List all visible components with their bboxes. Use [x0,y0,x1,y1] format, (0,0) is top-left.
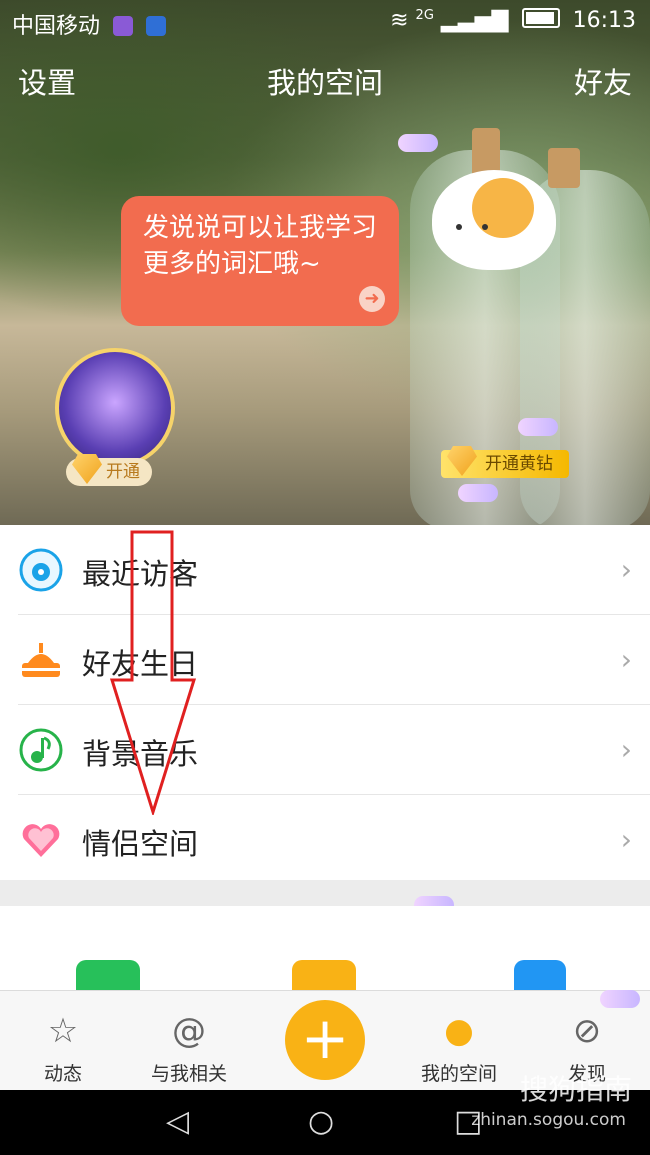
tab-label: 与我相关 [150,1063,227,1085]
annotation-arrow-icon [109,530,197,815]
settings-button[interactable]: 设置 [18,60,76,102]
clock: 16:13 [572,8,636,33]
arrow-right-icon[interactable]: ➜ [359,286,385,312]
menu-list: 最近访客 › 好友生日 › 背景音乐 › 情侣空间 › [0,525,650,884]
wifi-icon: ≋ [390,8,409,33]
watermark-brand: 搜狗指南 [519,1073,632,1106]
avatar[interactable] [55,348,175,468]
hearts-icon [22,824,60,857]
tab-my-space[interactable]: ● 我的空间 [404,1009,514,1086]
chevron-right-icon: › [620,733,632,766]
status-right: ≋ 2G ▂▃▅▇ 16:13 [390,8,636,33]
cake-icon [22,643,60,677]
battery-icon [521,8,560,28]
home-circle-icon[interactable]: ○ [308,1104,334,1139]
cloud-decoration [600,990,640,1008]
shortcut-grid [0,906,650,994]
status-left: 中国移动 [12,8,167,40]
cat-mascot-icon[interactable] [432,170,556,270]
watermark-url: zhinan.sogou.com [471,1110,626,1130]
person-icon: ● [444,1011,474,1051]
chevron-right-icon: › [620,823,632,856]
open-yellow-diamond-label: 开通黄钻 [485,454,553,474]
music-note-icon [19,728,63,772]
open-yellow-diamond-badge[interactable]: 开通黄钻 [441,446,569,478]
tab-label: 我的空间 [420,1063,497,1085]
cloud-decoration [398,134,438,152]
chat-tile-icon[interactable] [76,960,140,994]
cloud-decoration [458,484,498,502]
post-plus-button[interactable]: + [285,1000,365,1080]
tab-feed[interactable]: ☆ 动态 [8,1009,118,1086]
at-icon: @ [172,1011,206,1051]
diamond-icon [447,446,477,476]
emoji-tile-icon[interactable] [292,960,356,994]
tab-mentions[interactable]: @ 与我相关 [134,1009,244,1086]
chevron-right-icon: › [620,553,632,586]
status-bar: 中国移动 ≋ 2G ▂▃▅▇ 16:13 [0,0,650,46]
compass-icon: ⊘ [572,1011,602,1051]
open-vip-label: 开通 [106,462,140,482]
star-icon: ☆ [47,1011,79,1051]
star-notification-icon [146,16,167,36]
section-divider [0,880,650,906]
signal-icon: ▂▃▅▇ [440,8,509,33]
carrier-label: 中国移动 [12,14,101,39]
page-title: 我的空间 [266,66,383,100]
diamond-icon [72,454,102,484]
cork-image [548,148,580,188]
folder-tile-icon[interactable] [514,960,566,994]
top-bar: 我的空间 设置 好友 [0,60,650,106]
back-triangle-icon[interactable]: ◁ [166,1104,189,1139]
cloud-decoration [518,418,558,436]
eye-icon [19,548,63,592]
tab-label: 动态 [43,1063,82,1085]
friends-button[interactable]: 好友 [574,60,632,102]
open-vip-badge[interactable]: 开通 [66,454,152,486]
app-notification-icon [113,16,134,36]
menu-item-label: 情侣空间 [82,827,199,861]
speech-bubble[interactable]: 发说说可以让我学习更多的词汇哦~ ➜ [121,196,399,326]
network-type: 2G [415,8,434,23]
bubble-text: 发说说可以让我学习更多的词汇哦~ [143,213,378,279]
chevron-right-icon: › [620,643,632,676]
